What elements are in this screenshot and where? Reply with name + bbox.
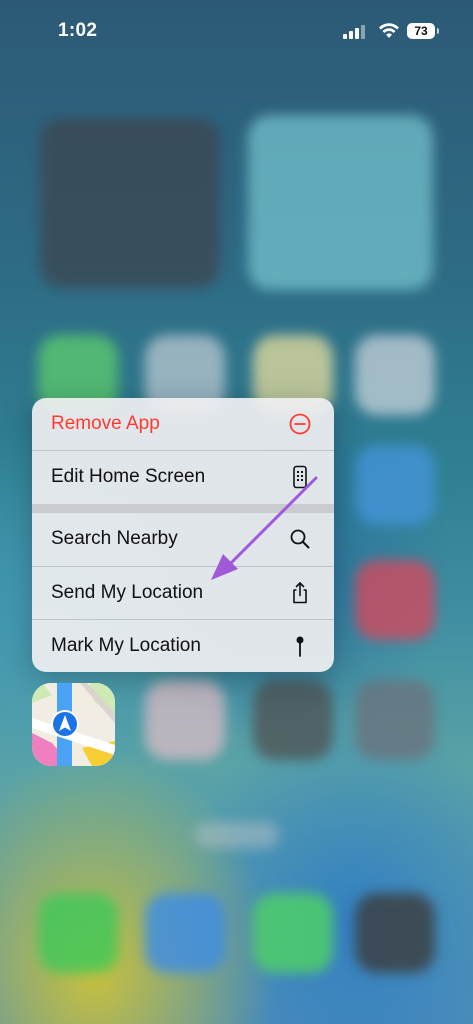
menu-item-label: Mark My Location [51, 635, 201, 656]
dock-icon-blur [253, 893, 333, 973]
menu-item-label: Search Nearby [51, 528, 178, 549]
page-dots-blur [195, 822, 279, 848]
menu-item-edit-home-screen[interactable]: Edit Home Screen [32, 451, 334, 503]
app-icon-blur [253, 680, 333, 760]
maps-artwork [32, 683, 115, 766]
dock-icon-blur [145, 893, 225, 973]
battery-indicator: 73 [407, 23, 435, 39]
menu-section-gap [32, 504, 334, 513]
widget-left [40, 118, 220, 288]
menu-item-send-my-location[interactable]: Send My Location [32, 567, 334, 619]
status-time: 1:02 [58, 20, 98, 41]
app-icon-blur [355, 335, 435, 415]
maps-app-icon[interactable] [32, 683, 115, 766]
menu-item-label: Send My Location [51, 582, 204, 603]
status-bar: 1:02 73 [0, 0, 473, 60]
share-icon [293, 582, 307, 604]
menu-item-remove-app[interactable]: Remove App [32, 398, 334, 450]
wifi-icon [379, 23, 399, 38]
app-icon-blur [355, 445, 435, 525]
widget-right [248, 115, 433, 290]
phone-app-grid-icon [293, 465, 307, 489]
app-context-menu: Remove App Edit Home Screen Search Nearb… [32, 398, 334, 672]
menu-item-search-nearby[interactable]: Search Nearby [32, 513, 334, 565]
battery-tip [437, 28, 439, 34]
menu-item-label: Edit Home Screen [51, 466, 206, 487]
dock-icon-blur [355, 893, 435, 973]
dock-icon-blur [38, 893, 118, 973]
menu-item-mark-my-location[interactable]: Mark My Location [32, 620, 334, 672]
menu-item-label: Remove App [51, 413, 160, 434]
cellular-signal-icon [343, 25, 367, 39]
pin-icon [296, 636, 304, 657]
app-icon-blur [355, 560, 435, 640]
app-icon-blur [355, 680, 435, 760]
app-icon-blur [145, 680, 225, 760]
minus-circle-icon [289, 413, 311, 435]
search-icon [290, 529, 310, 549]
